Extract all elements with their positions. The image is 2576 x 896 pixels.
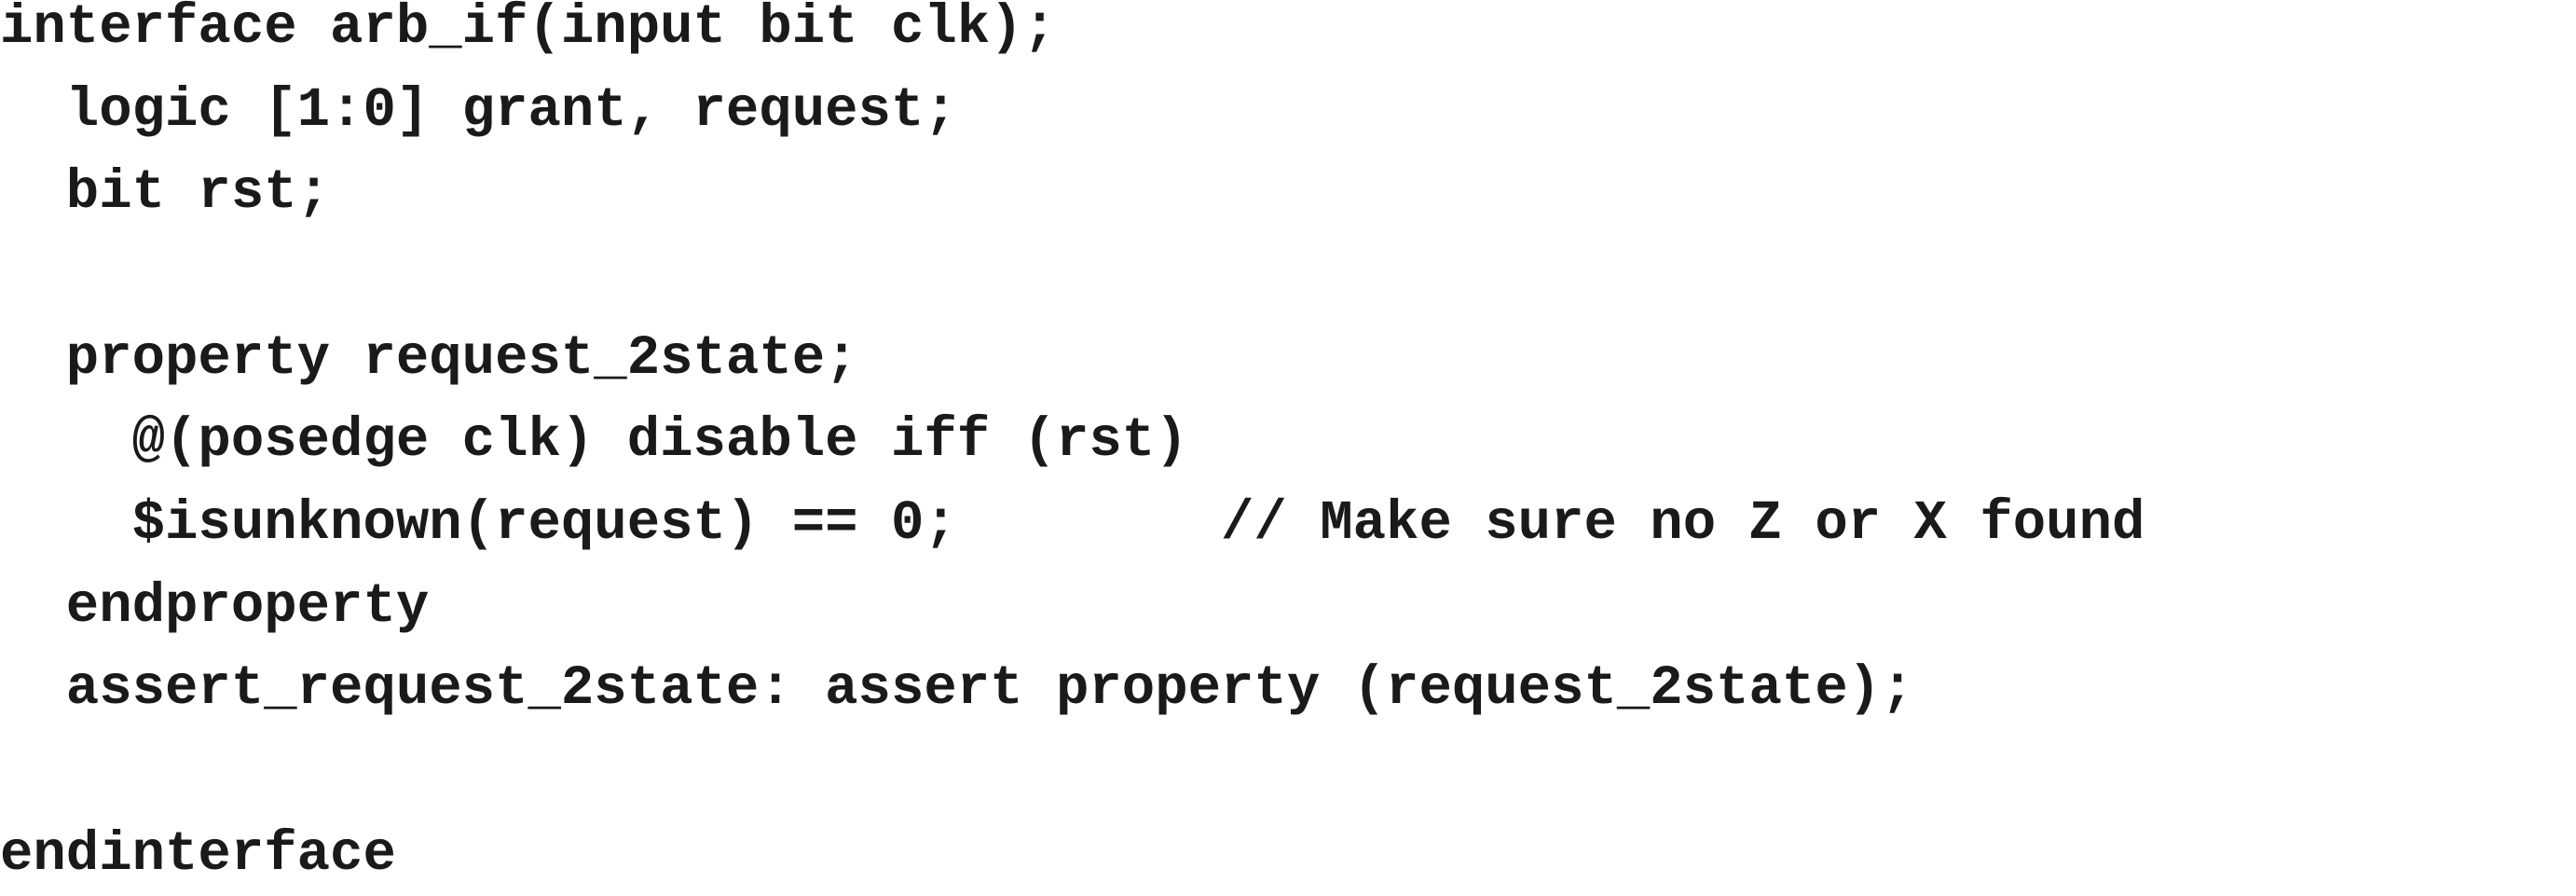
code-line-interface-declaration: interface arb_if(input bit clk);	[0, 0, 1056, 59]
code-line-property-declaration: property request_2state;	[0, 327, 858, 390]
code-line-bit-declaration: bit rst;	[0, 161, 331, 224]
code-line-isunknown-check: $isunknown(request) == 0; // Make sure n…	[0, 492, 2145, 555]
code-line-assert-statement: assert_request_2state: assert property (…	[0, 657, 1914, 720]
code-line-endinterface: endinterface	[0, 823, 396, 886]
code-line-clocking-event: @(posedge clk) disable iff (rst)	[0, 409, 1188, 472]
code-listing: interface arb_if(input bit clk); logic […	[0, 0, 2576, 886]
code-line-endproperty: endproperty	[0, 575, 430, 638]
code-line-logic-declaration: logic [1:0] grant, request;	[0, 79, 957, 142]
